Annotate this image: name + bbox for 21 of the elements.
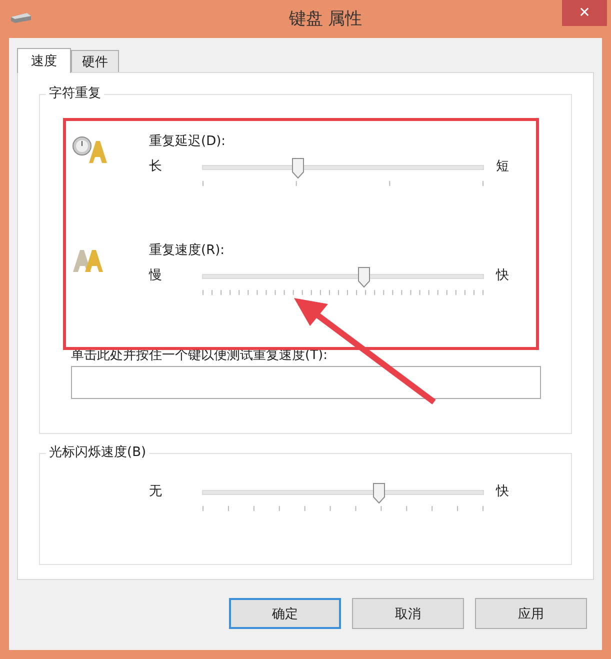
slider-min-label: 无: [149, 484, 163, 500]
dialog-button[interactable]: 取消: [352, 598, 464, 629]
input-field[interactable]: [71, 366, 541, 399]
keyboard-icon: [9, 11, 33, 25]
slider-thumb[interactable]: [373, 483, 386, 504]
stopwatch-letter-icon: [71, 135, 109, 165]
tab[interactable]: 硬件: [71, 50, 119, 72]
slider-thumb[interactable]: [292, 158, 304, 179]
slider-min-label: 长: [149, 159, 163, 175]
dialog-button[interactable]: 应用: [475, 598, 587, 629]
tab[interactable]: 速度: [17, 48, 71, 73]
slider-max-label: 快: [496, 484, 509, 500]
close-button[interactable]: ✕: [562, 0, 607, 26]
slider-label: 重复延迟(D):: [149, 133, 227, 151]
dialog-button[interactable]: 确定: [229, 598, 341, 629]
slider-max-label: 短: [496, 159, 509, 175]
slider-thumb[interactable]: [358, 267, 370, 288]
slider-label: 重复速度(R):: [149, 242, 226, 260]
slider-min-label: 慢: [149, 268, 163, 284]
window-title: 键盘 属性: [288, 8, 364, 31]
slider-max-label: 快: [496, 268, 509, 284]
